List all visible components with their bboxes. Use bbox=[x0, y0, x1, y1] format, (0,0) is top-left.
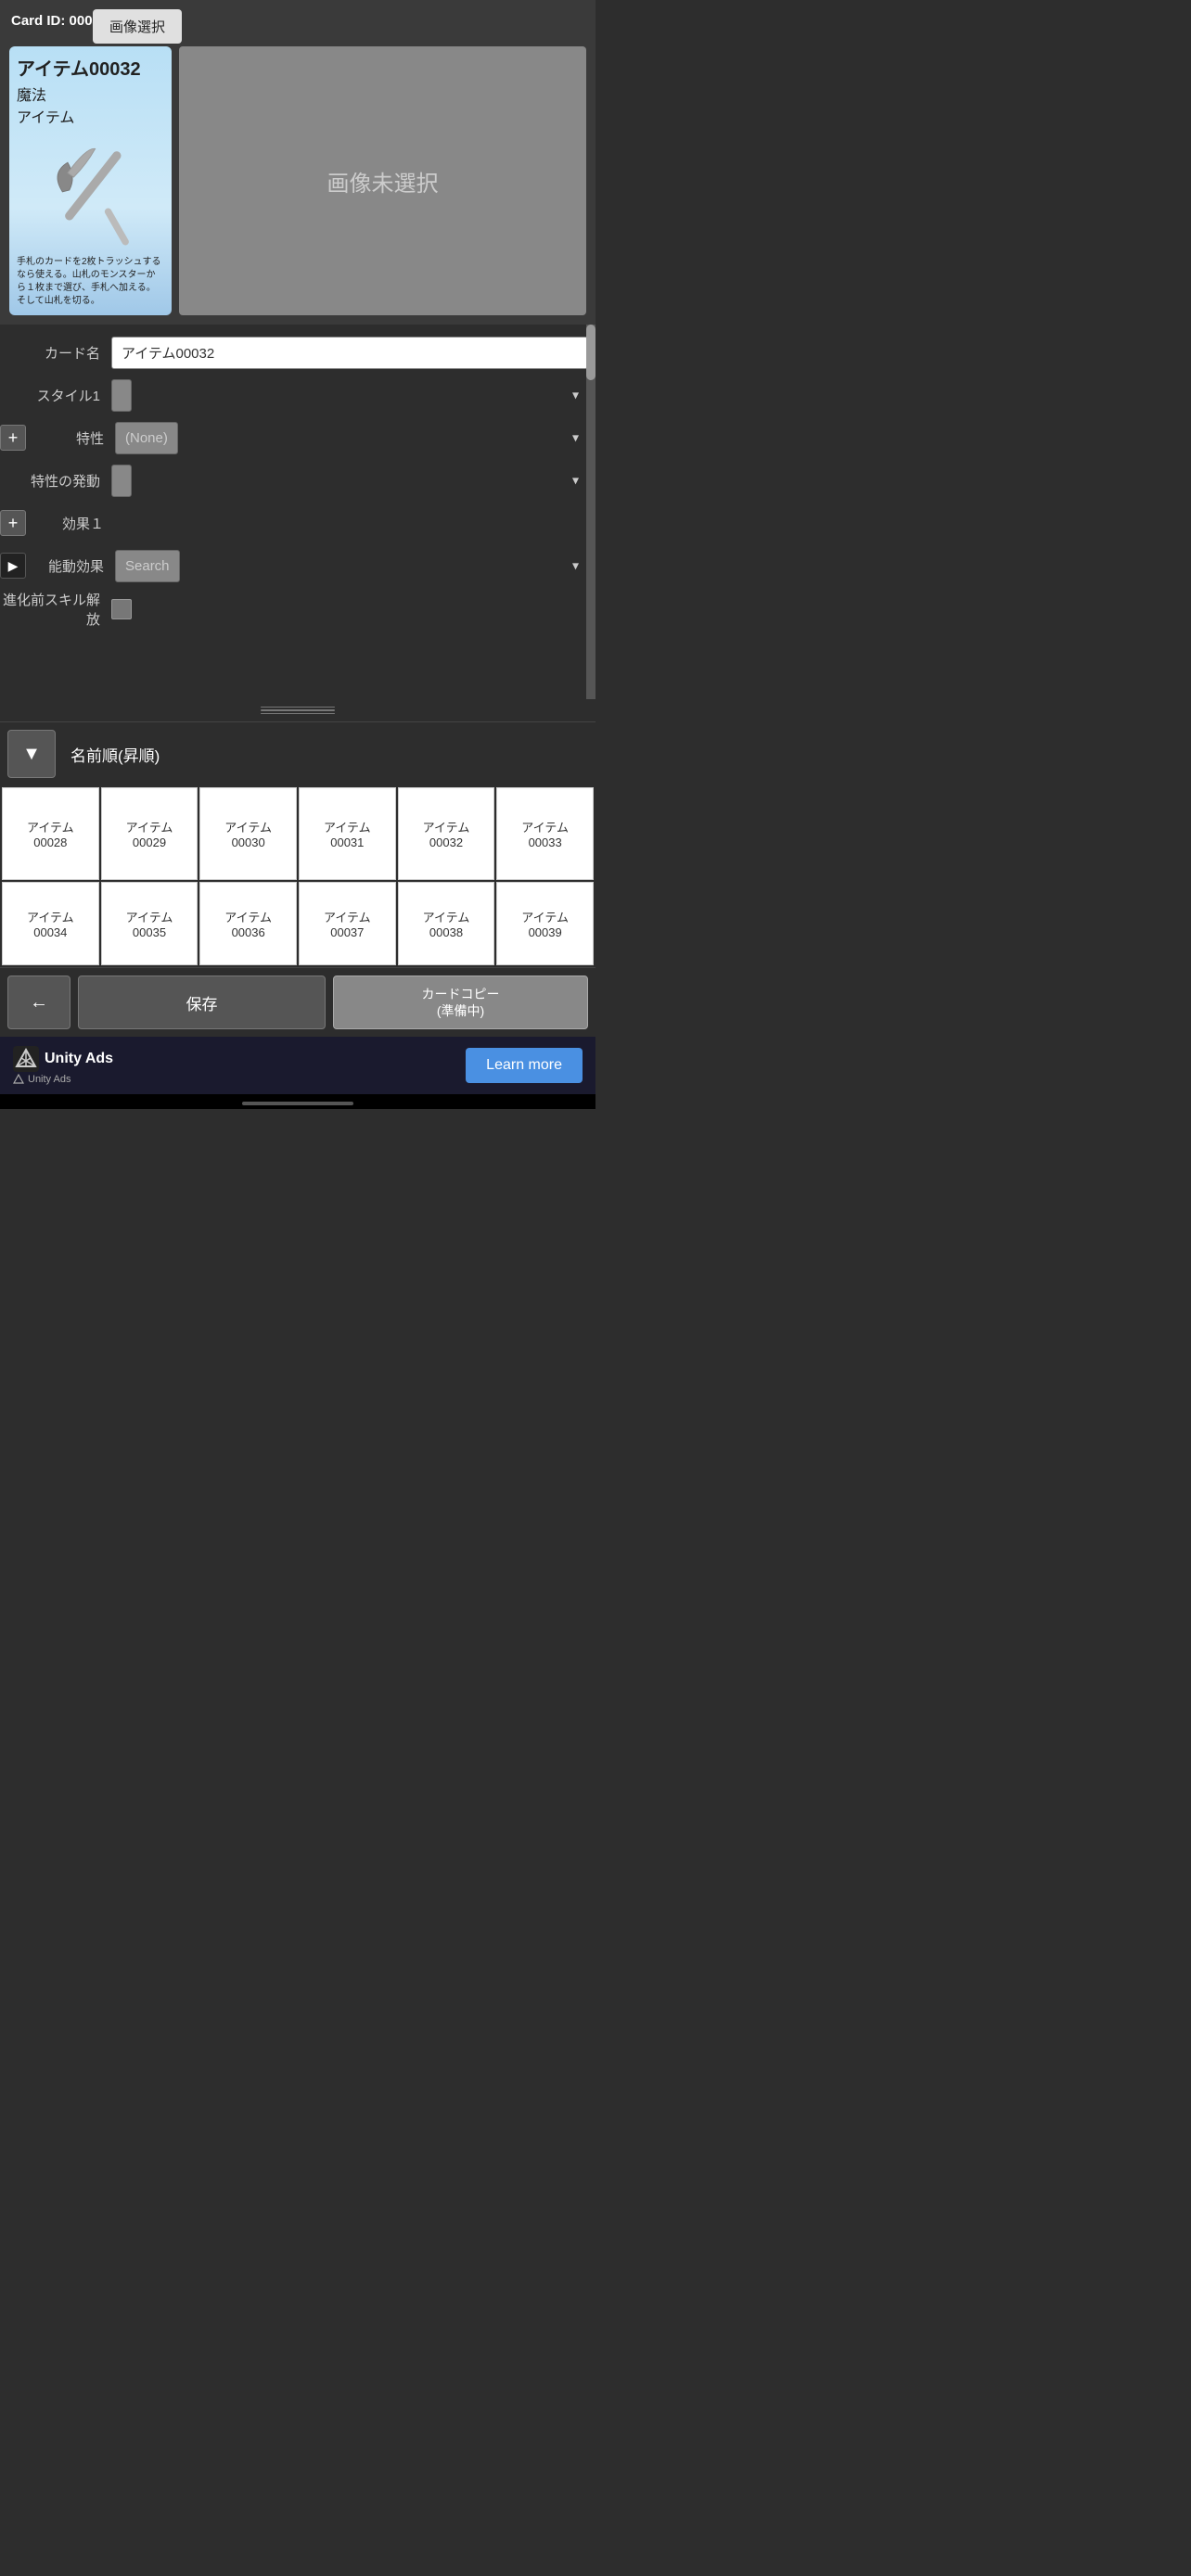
divider-line-3 bbox=[261, 713, 335, 714]
passive-effect-select[interactable]: Search bbox=[115, 550, 180, 582]
list-item[interactable]: アイテム00036 bbox=[199, 882, 297, 965]
unity-ads-logo: Unity Ads bbox=[13, 1046, 113, 1072]
card-type1: 魔法 bbox=[17, 83, 164, 105]
list-item[interactable]: アイテム00031 bbox=[299, 787, 396, 880]
home-indicator bbox=[0, 1094, 596, 1109]
pre-evolution-label: 進化前スキル解放 bbox=[0, 590, 111, 629]
form-spacer bbox=[0, 634, 588, 690]
list-item[interactable]: アイテム00030 bbox=[199, 787, 297, 880]
image-select-button[interactable]: 画像選択 bbox=[93, 9, 182, 44]
style1-label: スタイル1 bbox=[0, 386, 111, 405]
card-name-row: カード名 bbox=[0, 334, 588, 371]
trait-activation-row: 特性の発動 bbox=[0, 462, 588, 499]
card-name-label: カード名 bbox=[0, 343, 111, 363]
style1-select[interactable] bbox=[111, 379, 132, 412]
trait-activation-select[interactable] bbox=[111, 465, 132, 497]
effect1-label: 効果１ bbox=[32, 514, 115, 533]
ad-banner: Unity Ads Unity Ads Learn more bbox=[0, 1037, 596, 1094]
list-item[interactable]: アイテム00037 bbox=[299, 882, 396, 965]
no-image-text: 画像未選択 bbox=[327, 165, 439, 198]
trait-label: 特性 bbox=[32, 428, 115, 448]
sort-dropdown-button[interactable]: ▼ bbox=[7, 730, 56, 778]
trait-select-wrapper: (None) bbox=[115, 422, 588, 454]
divider bbox=[0, 699, 596, 721]
action-bar: ← 保存 カードコピー(準備中) bbox=[0, 967, 596, 1037]
divider-line-1 bbox=[261, 707, 335, 708]
learn-more-button[interactable]: Learn more bbox=[466, 1048, 583, 1083]
trait-activation-select-wrapper bbox=[111, 465, 588, 497]
save-button[interactable]: 保存 bbox=[78, 976, 326, 1029]
card-type2: アイテム bbox=[17, 105, 164, 127]
pre-evolution-row: 進化前スキル解放 bbox=[0, 590, 588, 629]
passive-effect-play-button[interactable]: ▶ bbox=[0, 553, 26, 579]
card-description: 手札のカードを2枚トラッシュするなら使える。山札のモンスターから１枚まで選び、手… bbox=[17, 256, 164, 308]
divider-line-2 bbox=[261, 709, 335, 710]
unity-ads-brand-label: Unity Ads bbox=[45, 1051, 113, 1067]
copy-button[interactable]: カードコピー(準備中) bbox=[333, 976, 588, 1029]
card-area: Card ID: 00032 画像選択 アイテム00032 魔法 アイテム 手札… bbox=[0, 0, 596, 325]
passive-effect-row: ▶ 能動効果 Search bbox=[0, 547, 588, 584]
list-item[interactable]: アイテム00029 bbox=[101, 787, 198, 880]
passive-effect-label: 能動効果 bbox=[32, 556, 115, 576]
card-image-area bbox=[17, 127, 164, 252]
style1-row: スタイル1 bbox=[0, 376, 588, 414]
unity-logo-area: Unity Ads Unity Ads bbox=[13, 1046, 113, 1085]
scrollbar[interactable] bbox=[586, 325, 596, 699]
trait-row: + 特性 (None) bbox=[0, 419, 588, 456]
list-item[interactable]: アイテム00039 bbox=[496, 882, 594, 965]
pickaxe-icon bbox=[40, 130, 142, 250]
home-bar bbox=[242, 1102, 353, 1105]
unity-icon bbox=[13, 1046, 39, 1072]
effect1-plus-button[interactable]: + bbox=[0, 510, 26, 536]
pre-evolution-checkbox[interactable] bbox=[111, 599, 132, 619]
list-item[interactable]: アイテム00028 bbox=[2, 787, 99, 880]
no-image-panel: 画像未選択 bbox=[179, 46, 586, 315]
form-area: カード名 スタイル1 + 特性 (None) 特性の発動 + 効果 bbox=[0, 325, 596, 699]
trait-select[interactable]: (None) bbox=[115, 422, 178, 454]
card-title: アイテム00032 bbox=[17, 54, 164, 81]
divider-lines bbox=[261, 707, 335, 714]
passive-effect-select-wrapper: Search bbox=[115, 550, 588, 582]
style1-select-wrapper bbox=[111, 379, 588, 412]
unity-small-label: Unity Ads bbox=[13, 1074, 70, 1085]
effect1-row: + 効果１ bbox=[0, 504, 588, 542]
card-preview: アイテム00032 魔法 アイテム 手札のカードを2枚トラッシュするなら使える。… bbox=[9, 46, 172, 315]
trait-plus-button[interactable]: + bbox=[0, 425, 26, 451]
sort-bar: ▼ 名前順(昇順) bbox=[0, 721, 596, 785]
card-grid: アイテム00028 アイテム00029 アイテム00030 アイテム00031 … bbox=[0, 785, 596, 967]
card-name-input[interactable] bbox=[111, 337, 588, 369]
list-item[interactable]: アイテム00038 bbox=[398, 882, 495, 965]
list-item[interactable]: アイテム00033 bbox=[496, 787, 594, 880]
list-item[interactable]: アイテム00034 bbox=[2, 882, 99, 965]
back-button[interactable]: ← bbox=[7, 976, 70, 1029]
trait-activation-label: 特性の発動 bbox=[0, 471, 111, 491]
unity-small-icon bbox=[13, 1074, 24, 1085]
list-item[interactable]: アイテム00035 bbox=[101, 882, 198, 965]
scrollbar-thumb[interactable] bbox=[586, 325, 596, 380]
list-item[interactable]: アイテム00032 bbox=[398, 787, 495, 880]
sort-label: 名前順(昇順) bbox=[70, 743, 160, 766]
